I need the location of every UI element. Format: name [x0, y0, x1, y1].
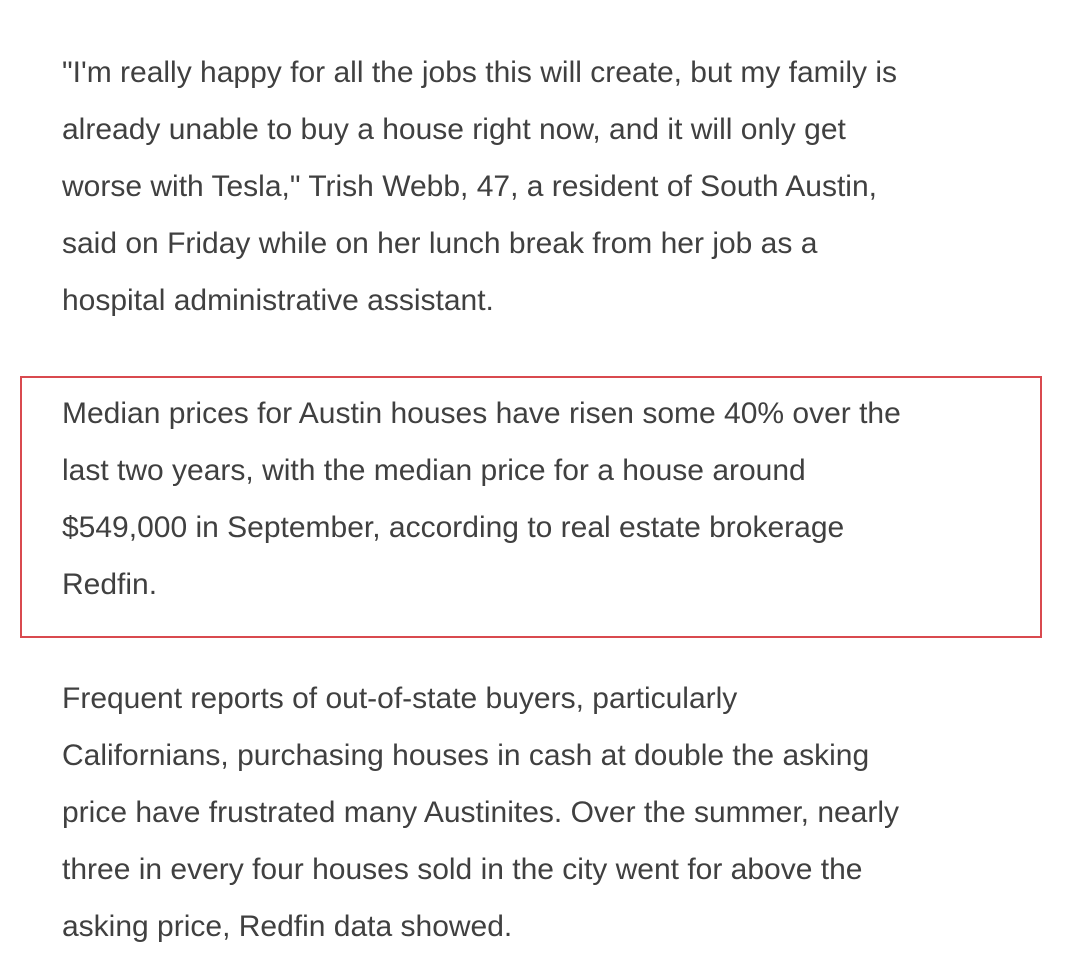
paragraph-line: price have frustrated many Austinites. O…	[62, 796, 900, 829]
paragraph-line: "I'm really happy for all the jobs this …	[62, 56, 898, 89]
paragraph-out-of-state-buyers: Frequent reports of out-of-state buyers,…	[62, 670, 1022, 955]
paragraph-line: asking price, Redfin data showed.	[62, 910, 513, 943]
paragraph-line: already unable to buy a house right now,…	[62, 113, 846, 146]
paragraph-line: Frequent reports of out-of-state buyers,…	[62, 682, 738, 715]
paragraph-line: worse with Tesla," Trish Webb, 47, a res…	[62, 170, 877, 203]
paragraph-line: Redfin.	[62, 568, 158, 601]
paragraph-line: hospital administrative assistant.	[62, 284, 494, 317]
paragraph-line: said on Friday while on her lunch break …	[62, 227, 818, 260]
paragraph-line: $549,000 in September, according to real…	[62, 511, 845, 544]
paragraph-median-prices: Median prices for Austin houses have ris…	[62, 385, 1022, 613]
article-body: "I'm really happy for all the jobs this …	[0, 0, 1083, 969]
paragraph-line: last two years, with the median price fo…	[62, 454, 806, 487]
paragraph-quote: "I'm really happy for all the jobs this …	[62, 44, 1022, 329]
paragraph-line: Californians, purchasing houses in cash …	[62, 739, 870, 772]
paragraph-line: Median prices for Austin houses have ris…	[62, 397, 901, 430]
paragraph-line: three in every four houses sold in the c…	[62, 853, 863, 886]
